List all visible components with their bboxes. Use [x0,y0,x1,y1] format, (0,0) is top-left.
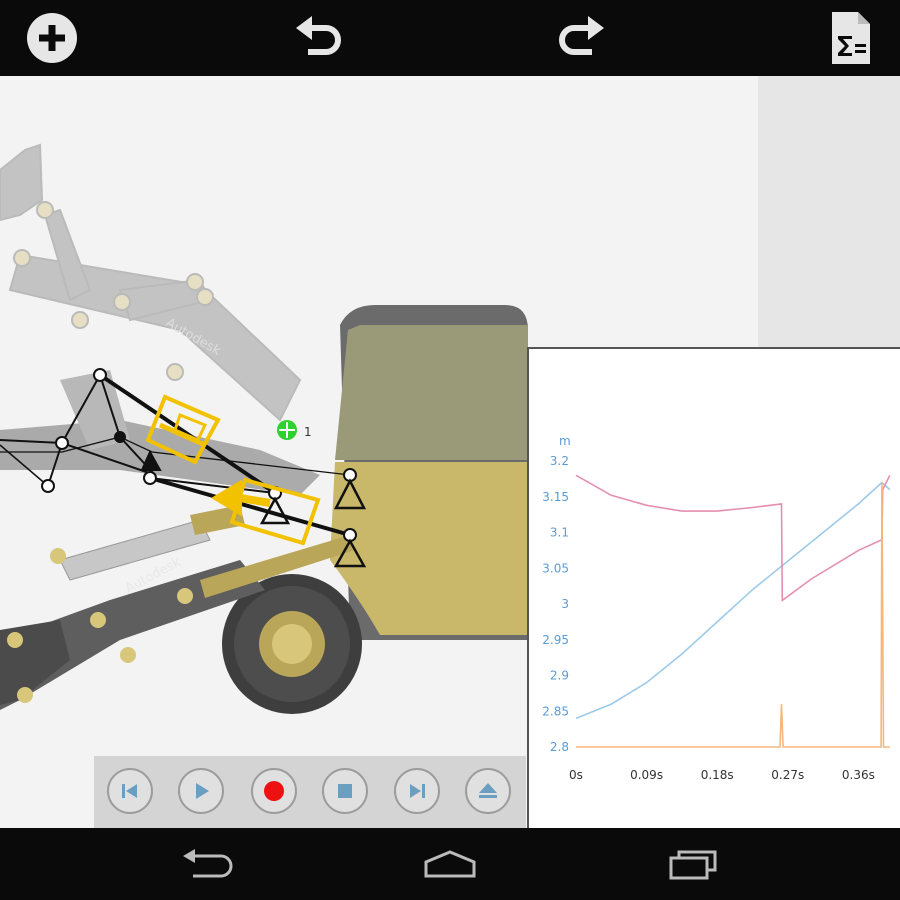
stop-button[interactable] [322,768,368,814]
home-button[interactable] [415,844,485,884]
y-tick-label: 3.15 [542,490,569,504]
home-icon [424,850,476,878]
report-button[interactable] [820,8,880,68]
system-nav-bar [0,828,900,900]
skip-to-end-button[interactable] [394,768,440,814]
line-chart: m 3.2 3.15 3.1 3.05 3 2.95 2.9 2.85 2.80s 0.09s 0.1… [542,434,891,782]
y-axis-label: m [559,434,571,448]
play-icon [196,783,209,799]
sigma-document-icon [832,12,870,64]
x-tick-label: 0s [569,768,583,782]
recents-icon [669,850,717,880]
x-tick-label: 0.27s [771,768,804,782]
y-tick-label: 3.05 [542,561,569,575]
x-tick-label: 0.36s [842,768,875,782]
skip-back-icon [122,784,137,798]
record-icon [264,781,284,801]
x-tick-label: 0.18s [701,768,734,782]
y-tick-label: 3.1 [550,526,569,540]
plus-circle-icon [27,13,77,63]
target-marker[interactable] [277,420,297,440]
marker-label: 1 [304,425,312,439]
redo-button[interactable] [552,8,612,68]
series-line-pink [575,474,891,602]
graph-panel[interactable]: m 3.2 3.15 3.1 3.05 3 2.95 2.9 2.85 2.8 0s 0.09s 0.1… [527,347,900,828]
top-toolbar [0,0,900,76]
add-button[interactable] [22,8,82,68]
y-tick-label: 2.9 [550,669,569,683]
playback-bar [94,756,526,828]
loader-body [330,305,528,640]
y-tick-label: 2.95 [542,633,569,647]
ghost-loader-arm [0,143,302,422]
stop-icon [338,784,352,798]
record-button[interactable] [251,768,297,814]
skip-forward-icon [410,784,425,798]
redo-arrow-icon [559,16,604,55]
x-tick-label: 0.09s [630,768,663,782]
back-button[interactable] [172,844,242,884]
series-line-blue [575,481,891,720]
skip-to-start-button[interactable] [107,768,153,814]
play-button[interactable] [178,768,224,814]
undo-arrow-icon [296,16,341,55]
recents-button[interactable] [658,844,728,884]
eject-button[interactable] [465,768,511,814]
y-tick-label: 2.8 [550,740,569,754]
undo-button[interactable] [288,8,348,68]
y-tick-label: 2.85 [542,704,569,718]
y-tick-label: 3.2 [550,454,569,468]
back-arrow-icon [183,849,233,878]
eject-icon [479,783,497,798]
y-tick-label: 3 [561,597,569,611]
series-line-orange [576,482,890,748]
